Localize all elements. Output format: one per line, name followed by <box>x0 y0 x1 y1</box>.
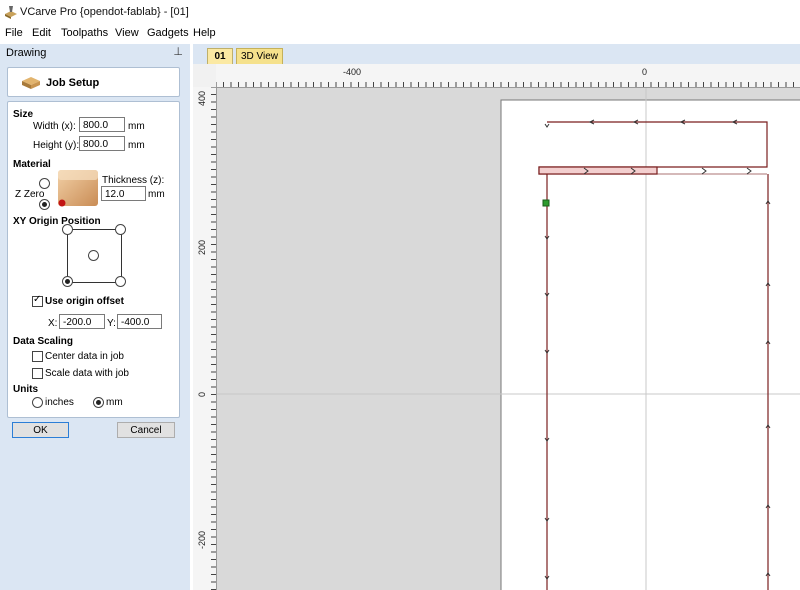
ruler-left-label-neg200: -200 <box>197 530 207 549</box>
zzero-top-radio[interactable] <box>39 178 50 189</box>
scale-data-label: Scale data with job <box>45 368 129 379</box>
origin-heading: XY Origin Position <box>13 216 101 227</box>
height-unit: mm <box>128 140 145 151</box>
offset-y-input[interactable]: -400.0 <box>117 314 162 329</box>
tab-3d-view[interactable]: 3D View <box>236 48 283 64</box>
material-block-icon <box>22 77 40 89</box>
selected-node-handle <box>542 199 550 207</box>
job-setup-title: Job Setup <box>46 77 100 89</box>
menu-bar: File Edit Toolpaths View Gadgets Help <box>0 24 800 44</box>
ruler-top-ticks <box>216 82 794 87</box>
drawing-view[interactable]: -400 0 400 200 0 -200 <box>193 64 800 590</box>
offset-x-input[interactable]: -200.0 <box>59 314 105 329</box>
ruler-left-label-200: 200 <box>197 239 207 255</box>
ruler-left: 400 200 0 -200 <box>193 87 217 590</box>
job-setup-form: Size Width (x): 800.0 mm Height (y): 800… <box>7 101 180 418</box>
drawing-panel-header: Drawing ⊥ <box>0 44 190 63</box>
width-unit: mm <box>128 121 145 132</box>
ruler-top-label-neg400: -400 <box>343 67 362 77</box>
height-input[interactable]: 800.0 <box>79 136 125 151</box>
height-label: Height (y): <box>33 140 80 151</box>
ruler-corner <box>193 64 217 88</box>
scale-data-checkbox[interactable] <box>32 368 43 379</box>
zzero-bottom-radio[interactable] <box>39 199 50 210</box>
origin-top-left-radio[interactable] <box>62 224 73 235</box>
units-mm-label: mm <box>106 397 123 408</box>
material-heading: Material <box>13 159 51 170</box>
units-inches-radio[interactable] <box>32 397 43 408</box>
ruler-top-label-0: 0 <box>642 67 648 77</box>
menu-help[interactable]: Help <box>193 27 216 39</box>
origin-center-radio[interactable] <box>88 250 99 261</box>
cancel-button[interactable]: Cancel <box>117 422 175 438</box>
material-preview-icon <box>58 170 98 207</box>
offset-y-label: Y: <box>107 318 116 329</box>
width-input[interactable]: 800.0 <box>79 117 125 132</box>
size-heading: Size <box>13 109 34 120</box>
ruler-left-label-400: 400 <box>197 90 207 106</box>
origin-bottom-left-radio[interactable] <box>62 276 73 287</box>
origin-bottom-right-radio[interactable] <box>115 276 126 287</box>
vcarve-icon <box>5 6 17 19</box>
menu-file[interactable]: File <box>5 27 23 39</box>
pin-icon[interactable]: ⊥ <box>173 45 183 58</box>
job-setup-header: Job Setup <box>7 67 180 97</box>
window-title: VCarve Pro {opendot-fablab} - [01] <box>20 6 189 18</box>
ruler-left-label-0: 0 <box>197 391 207 397</box>
ok-button[interactable]: OK <box>12 422 69 438</box>
zzero-label: Z Zero <box>15 189 45 200</box>
ruler-top: -400 0 <box>216 64 800 88</box>
drawing-panel: Job Setup Size Width (x): 800.0 mm Heigh… <box>0 62 190 590</box>
menu-view[interactable]: View <box>115 27 139 39</box>
offset-x-label: X: <box>48 318 58 329</box>
units-inches-label: inches <box>45 397 74 408</box>
panel-title: Drawing <box>6 47 47 59</box>
units-heading: Units <box>13 384 38 395</box>
use-offset-label: Use origin offset <box>45 296 124 307</box>
title-bar: VCarve Pro {opendot-fablab} - [01] <box>0 0 800 24</box>
menu-toolpaths[interactable]: Toolpaths <box>61 27 108 39</box>
view-tabs: 01 3D View <box>193 44 800 64</box>
thickness-input[interactable]: 12.0 <box>101 186 146 201</box>
selected-bar <box>538 166 658 175</box>
units-mm-radio[interactable] <box>93 397 104 408</box>
drawing-canvas[interactable] <box>217 88 800 590</box>
thickness-unit: mm <box>148 189 165 200</box>
ruler-left-ticks <box>211 87 216 590</box>
thickness-label: Thickness (z): <box>102 175 165 186</box>
width-label: Width (x): <box>33 121 76 132</box>
menu-edit[interactable]: Edit <box>32 27 51 39</box>
menu-gadgets[interactable]: Gadgets <box>147 27 189 39</box>
tab-01[interactable]: 01 <box>207 48 233 64</box>
origin-top-right-radio[interactable] <box>115 224 126 235</box>
use-offset-checkbox[interactable] <box>32 294 43 307</box>
center-data-checkbox[interactable] <box>32 351 43 362</box>
center-data-label: Center data in job <box>45 351 124 362</box>
scaling-heading: Data Scaling <box>13 336 74 347</box>
